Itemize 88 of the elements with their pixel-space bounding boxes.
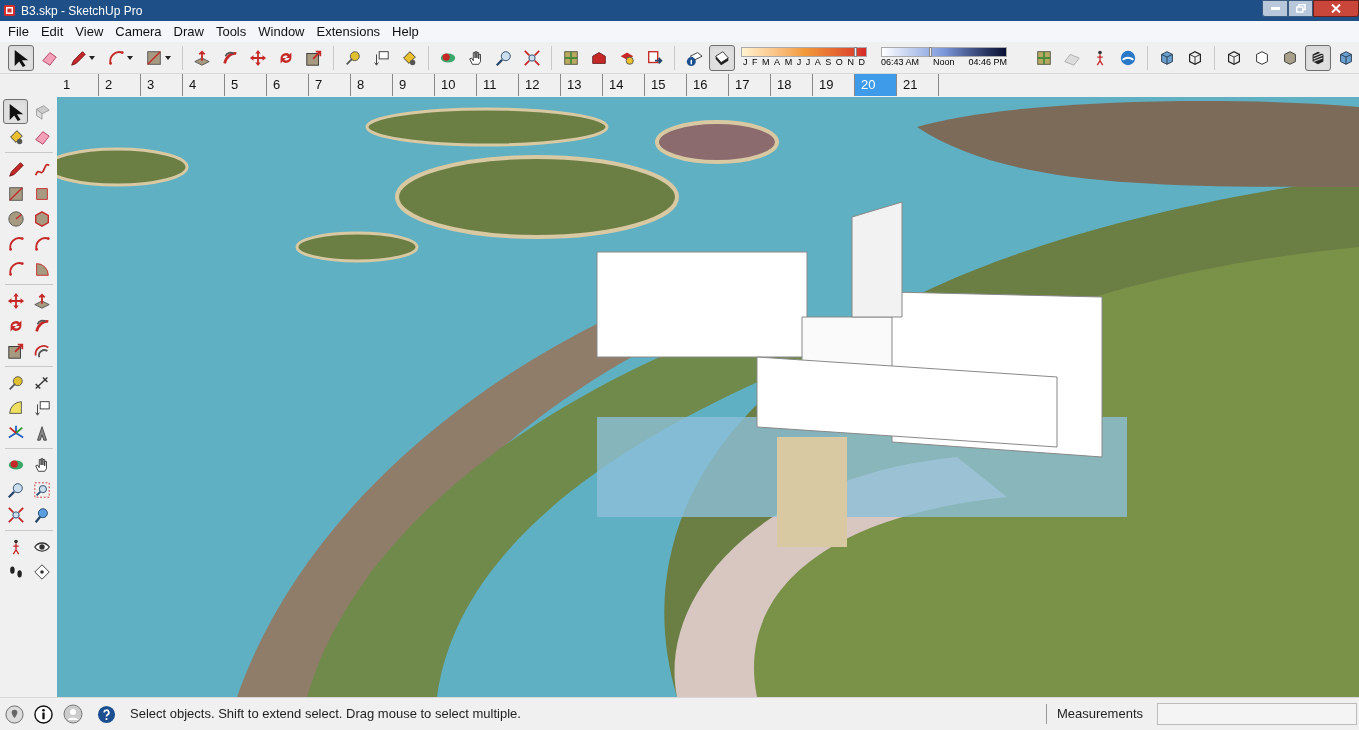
- close-button[interactable]: [1313, 0, 1359, 17]
- hidden-line-cube-icon: [1253, 48, 1271, 67]
- map-icon: [562, 48, 580, 67]
- tool-button[interactable]: [8, 44, 34, 71]
- help-icon[interactable]: [97, 704, 116, 724]
- move-icon: [6, 291, 25, 310]
- wireframe-cube-icon: [1186, 48, 1204, 67]
- noon-label: Noon: [933, 57, 955, 68]
- sunrise-time: 06:43 AM: [881, 57, 920, 68]
- menu-item[interactable]: Edit: [34, 21, 70, 42]
- scale-icon: [305, 48, 323, 67]
- cube-icon: [1158, 48, 1176, 67]
- month-label: J: [805, 57, 811, 68]
- window-title: B3.skp - SketchUp Pro: [21, 2, 143, 20]
- circle-icon: [6, 209, 25, 228]
- previous-view-icon: [32, 505, 51, 524]
- push-pull-icon: [32, 291, 51, 310]
- magnifier-icon: [495, 48, 513, 67]
- month-label: A: [814, 57, 821, 68]
- arc-icon: [6, 259, 25, 278]
- tool-button[interactable]: [3, 99, 28, 124]
- user-icon[interactable]: [63, 704, 83, 724]
- month-slider[interactable]: [741, 47, 867, 57]
- month-label: J: [743, 57, 748, 68]
- sunset-time: 04:46 PM: [968, 57, 1007, 68]
- month-label: N: [847, 57, 854, 68]
- status-hint: Select objects. Shift to extend select. Drag mouse to select multiple.: [130, 705, 521, 724]
- globe-icon: [1119, 48, 1137, 67]
- arc-icon: [107, 48, 125, 67]
- protractor-icon: [6, 398, 25, 417]
- menu-item[interactable]: Camera: [109, 21, 168, 42]
- app-logo-icon: [3, 4, 16, 17]
- info-icon[interactable]: [34, 704, 53, 724]
- month-label: M: [762, 57, 770, 68]
- zoom-window-icon: [32, 480, 51, 499]
- paint-bucket-icon: [400, 48, 418, 67]
- zoom-extents-icon: [6, 505, 25, 524]
- month-slider-thumb[interactable]: [853, 47, 857, 57]
- month-label: D: [858, 57, 865, 68]
- shaded-cube-icon: [1281, 48, 1299, 67]
- month-label: S: [825, 57, 832, 68]
- close-icon: [1331, 4, 1341, 13]
- location-pin-icon[interactable]: [5, 704, 24, 724]
- arc-icon: [32, 234, 51, 253]
- minimize-button[interactable]: [1262, 0, 1288, 17]
- rectangle-icon: [145, 48, 163, 67]
- scale-icon: [6, 341, 25, 360]
- month-label: M: [784, 57, 793, 68]
- zoom-extents-icon: [523, 48, 541, 67]
- restore-icon: [1295, 4, 1306, 13]
- arrow-pointer-icon: [12, 48, 30, 67]
- menu-item[interactable]: Extensions: [310, 21, 387, 42]
- month-label: J: [796, 57, 802, 68]
- month-label: A: [774, 57, 781, 68]
- pencil-icon: [6, 159, 25, 178]
- time-slider[interactable]: [881, 47, 1007, 57]
- wireframe-cube-icon: [1225, 48, 1243, 67]
- push-pull-icon: [193, 48, 211, 67]
- month-label: F: [752, 57, 758, 68]
- pencil-icon: [69, 48, 87, 67]
- polygon-icon: [32, 209, 51, 228]
- time-slider-thumb[interactable]: [929, 47, 933, 57]
- model-view-drawing[interactable]: [57, 97, 1359, 697]
- magnifier-icon: [6, 480, 25, 499]
- shadow-toggle-icon: [713, 48, 731, 67]
- export-icon: [646, 48, 664, 67]
- menu-item[interactable]: File: [2, 21, 35, 42]
- section-plane-icon: [32, 562, 51, 581]
- arc-icon: [6, 234, 25, 253]
- measurements-field[interactable]: [1157, 703, 1357, 725]
- menu-item[interactable]: Help: [386, 21, 425, 42]
- tool-button[interactable]: [709, 44, 735, 71]
- measurements-label: Measurements: [1046, 704, 1143, 724]
- move-icon: [249, 48, 267, 67]
- menu-item[interactable]: Tools: [209, 21, 253, 42]
- tape-measure-icon: [6, 373, 25, 392]
- tape-measure-icon: [344, 48, 362, 67]
- menu-item[interactable]: Draw: [167, 21, 210, 42]
- map-icon: [1035, 48, 1053, 67]
- tool-button[interactable]: [1305, 44, 1331, 71]
- rectangle-icon: [6, 184, 25, 203]
- month-label: O: [835, 57, 843, 68]
- menu-item[interactable]: Window: [252, 21, 311, 42]
- minimize-icon: [1270, 7, 1280, 10]
- cube-icon: [1337, 48, 1355, 67]
- menu-item[interactable]: View: [69, 21, 110, 42]
- restore-button[interactable]: [1288, 0, 1313, 17]
- text-label-icon: [372, 48, 390, 67]
